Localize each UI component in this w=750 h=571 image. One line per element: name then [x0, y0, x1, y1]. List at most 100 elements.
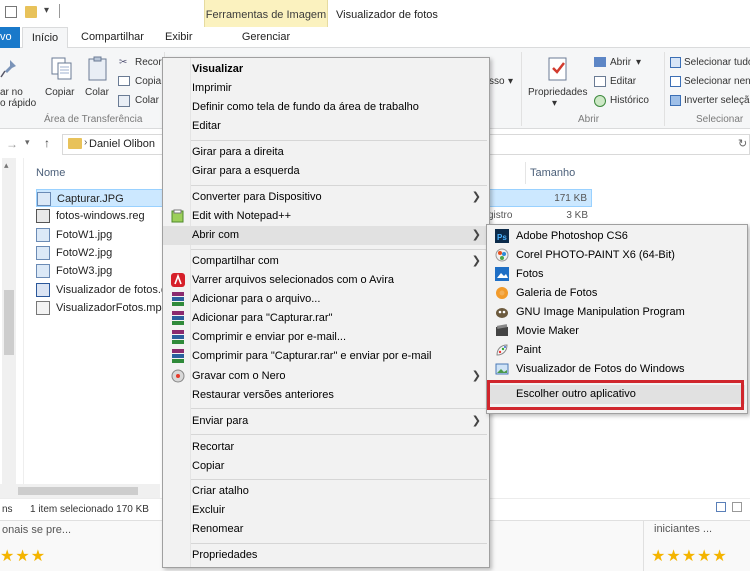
dropdown-icon[interactable]: ▾	[508, 76, 513, 87]
scroll-up-icon[interactable]: ▴	[4, 160, 9, 171]
properties-button[interactable]: Propriedades	[528, 87, 587, 98]
app-windows-photo-viewer[interactable]: Visualizador de Fotos do Windows	[487, 360, 745, 379]
menu-item-set-wallpaper[interactable]: Definir como tela de fundo da área de tr…	[163, 98, 489, 117]
invert-selection-icon[interactable]	[670, 95, 681, 106]
tab-share[interactable]: Compartilhar	[81, 31, 144, 43]
copy-icon[interactable]	[50, 56, 74, 82]
app-photos[interactable]: Fotos	[487, 265, 745, 284]
winrar-icon	[171, 330, 185, 344]
menu-item-notepadpp[interactable]: Edit with Notepad++	[163, 207, 489, 226]
window-title: Visualizador de fotos	[336, 9, 438, 21]
properties-dropdown-icon[interactable]: ▾	[552, 98, 557, 109]
column-divider	[525, 162, 526, 184]
select-none-button[interactable]: Selecionar nenh	[684, 76, 750, 87]
ribbon-separator	[521, 52, 522, 126]
breadcrumb-chevron-icon[interactable]: ›	[84, 137, 87, 148]
breadcrumb[interactable]: Daniel Olibon	[89, 138, 155, 150]
paste-icon[interactable]	[86, 56, 110, 82]
menu-item-edit[interactable]: Editar	[163, 117, 489, 136]
nav-scrollbar-thumb[interactable]	[4, 290, 14, 355]
menu-item-rotate-left[interactable]: Girar para a esquerda	[163, 162, 489, 181]
column-header-size[interactable]: Tamanho	[530, 167, 575, 179]
menu-item-add-archive[interactable]: Adicionar para o arquivo...	[163, 290, 489, 309]
image-file-icon	[37, 192, 51, 206]
cut-button[interactable]: Recor	[135, 57, 162, 68]
select-all-icon[interactable]	[670, 57, 681, 68]
app-photoshop[interactable]: Ps Adobe Photoshop CS6	[487, 227, 745, 246]
invert-selection-button[interactable]: Inverter seleçã	[684, 95, 750, 106]
menu-item-cut[interactable]: Recortar	[163, 438, 489, 457]
menu-separator	[191, 140, 487, 141]
menu-item-convert-device[interactable]: Converter para Dispositivo ❯	[163, 188, 489, 207]
copy-path-button[interactable]: Copia	[135, 76, 161, 87]
menu-item-open-with[interactable]: Abrir com ❯	[163, 226, 489, 245]
open-dropdown-icon[interactable]: ▾	[636, 57, 641, 68]
details-view-icon[interactable]	[716, 502, 726, 512]
app-photo-gallery[interactable]: Galeria de Fotos	[487, 284, 745, 303]
history-button[interactable]: Histórico	[610, 95, 649, 106]
large-icons-view-icon[interactable]	[732, 502, 742, 512]
open-icon[interactable]	[594, 57, 606, 67]
app-gimp[interactable]: GNU Image Manipulation Program	[487, 303, 745, 322]
file-size: 171 KB	[554, 193, 587, 204]
checkbox-icon[interactable]	[5, 6, 17, 18]
file-name: Capturar.JPG	[57, 193, 124, 205]
refresh-icon[interactable]: ↻	[738, 137, 747, 150]
recent-dropdown-icon[interactable]: ▾	[25, 137, 30, 148]
folder-icon[interactable]	[25, 6, 37, 18]
paste-shortcut-icon[interactable]	[118, 95, 130, 107]
menu-item-compress-email[interactable]: Comprimir e enviar por e-mail...	[163, 328, 489, 347]
menu-item-avira-scan[interactable]: Varrer arquivos selecionados com o Avira	[163, 271, 489, 290]
menu-separator	[191, 543, 487, 544]
scissors-icon[interactable]: ✂	[119, 57, 131, 68]
menu-item-copy[interactable]: Copiar	[163, 457, 489, 476]
up-arrow-icon[interactable]: ↑	[44, 136, 50, 150]
horizontal-scrollbar-thumb[interactable]	[18, 487, 138, 495]
photo-viewer-icon	[495, 362, 509, 376]
copy-path-icon[interactable]	[118, 76, 130, 86]
tab-manage[interactable]: Gerenciar	[204, 31, 328, 43]
open-button[interactable]: Abrir	[610, 57, 631, 68]
select-all-button[interactable]: Selecionar tudo	[684, 57, 750, 68]
menu-item-create-shortcut[interactable]: Criar atalho	[163, 482, 489, 501]
app-corel-photo-paint[interactable]: Corel PHOTO-PAINT X6 (64-Bit)	[487, 246, 745, 265]
edit-button[interactable]: Editar	[610, 76, 636, 87]
highlight-box	[487, 380, 744, 410]
edit-icon[interactable]	[594, 76, 606, 87]
pin-label-1[interactable]: ar no	[0, 87, 23, 98]
menu-separator	[191, 434, 487, 435]
tab-file[interactable]: vo	[0, 27, 20, 48]
properties-icon[interactable]	[546, 56, 570, 82]
image-file-icon	[36, 228, 50, 242]
history-icon[interactable]	[594, 95, 606, 107]
copy-button[interactable]: Copiar	[45, 87, 74, 98]
tab-view[interactable]: Exibir	[165, 31, 193, 43]
pin-label-2[interactable]: o rápido	[0, 98, 36, 109]
forward-arrow-icon[interactable]: →	[6, 137, 18, 151]
column-header-name[interactable]: Nome	[36, 167, 65, 179]
svg-text:Ps: Ps	[497, 233, 507, 242]
move-copy-label[interactable]: sso	[489, 76, 505, 87]
menu-item-share-with[interactable]: Compartilhar com ❯	[163, 252, 489, 271]
menu-item-restore-versions[interactable]: Restaurar versões anteriores	[163, 386, 489, 405]
menu-item-view[interactable]: Visualizar	[163, 60, 489, 79]
menu-item-burn-nero[interactable]: Gravar com o Nero ❯	[163, 367, 489, 386]
menu-item-send-to[interactable]: Enviar para ❯	[163, 412, 489, 431]
menu-item-compress-rar-email[interactable]: Comprimir para "Capturar.rar" e enviar p…	[163, 347, 489, 366]
menu-item-rename[interactable]: Renomear	[163, 520, 489, 539]
tab-home[interactable]: Início	[22, 27, 68, 49]
movie-maker-icon	[495, 324, 509, 338]
quick-access-dropdown-icon[interactable]: ▾	[44, 5, 49, 16]
menu-item-add-capturar-rar[interactable]: Adicionar para "Capturar.rar"	[163, 309, 489, 328]
titlebar-divider	[59, 4, 60, 18]
menu-item-properties[interactable]: Propriedades	[163, 546, 489, 565]
pin-icon[interactable]	[0, 58, 18, 80]
select-none-icon[interactable]	[670, 76, 681, 87]
menu-item-print[interactable]: Imprimir	[163, 79, 489, 98]
paste-shortcut-button[interactable]: Colar	[135, 95, 159, 106]
app-paint[interactable]: Paint	[487, 341, 745, 360]
menu-item-rotate-right[interactable]: Girar para a direita	[163, 143, 489, 162]
menu-item-delete[interactable]: Excluir	[163, 501, 489, 520]
paste-button[interactable]: Colar	[85, 87, 109, 98]
app-movie-maker[interactable]: Movie Maker	[487, 322, 745, 341]
